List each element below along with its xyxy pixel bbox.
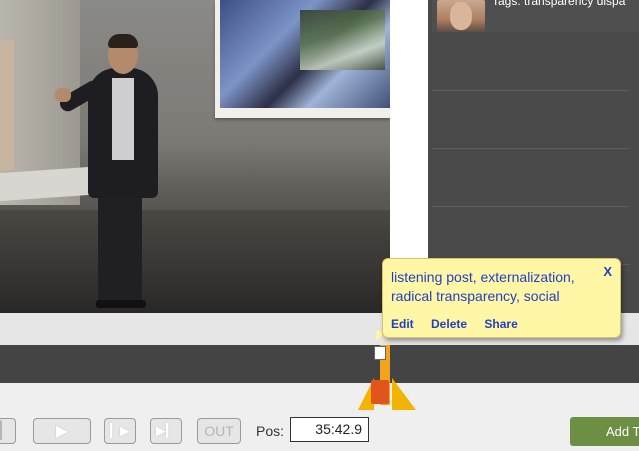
add-tag-button[interactable]: Add T xyxy=(570,417,639,446)
speaker-hair xyxy=(108,34,138,48)
avatar-face xyxy=(450,2,472,30)
close-icon[interactable]: X xyxy=(603,264,612,279)
marker-base-right xyxy=(392,378,416,410)
out-button[interactable]: OUT xyxy=(197,418,241,444)
speaker-shoes xyxy=(96,300,146,308)
speaker-legs xyxy=(98,190,142,308)
video-player[interactable] xyxy=(0,0,390,313)
skip-end-icon: ▶▎ xyxy=(156,423,176,438)
speaker-shirt xyxy=(112,78,134,160)
play-button[interactable]: ▶ xyxy=(33,418,91,444)
edit-link[interactable]: Edit xyxy=(391,317,414,331)
timeline-track[interactable] xyxy=(0,345,639,383)
tooltip-actions: Edit Delete Share xyxy=(391,317,532,331)
share-link[interactable]: Share xyxy=(484,317,517,331)
video-door xyxy=(0,40,14,170)
list-divider xyxy=(432,148,629,149)
projected-photo xyxy=(300,10,385,70)
annotation-tooltip: listening post, externalization, radical… xyxy=(382,258,621,338)
skip-start-button[interactable]: ▌ xyxy=(0,418,16,444)
delete-link[interactable]: Delete xyxy=(431,317,467,331)
speaker-hand xyxy=(55,88,71,102)
video-floor xyxy=(0,210,390,313)
skip-start-icon: ▌ xyxy=(0,422,8,439)
annotation-handle[interactable] xyxy=(374,346,386,360)
playhead-pin[interactable] xyxy=(371,380,389,404)
skip-end-button[interactable]: ▶▎ xyxy=(150,418,182,444)
play-icon: ▶ xyxy=(55,423,69,440)
list-divider xyxy=(432,90,629,91)
position-label: Pos: xyxy=(256,423,285,439)
list-divider xyxy=(432,206,629,207)
position-field[interactable]: 35:42.9 xyxy=(290,417,369,442)
step-forward-icon: ▎▶ xyxy=(110,423,130,438)
annotation-text: listening post, externalization, radical… xyxy=(391,269,575,304)
annotation-tags: Tags: transparency dispa xyxy=(492,0,626,8)
step-forward-button[interactable]: ▎▶ xyxy=(104,418,136,444)
